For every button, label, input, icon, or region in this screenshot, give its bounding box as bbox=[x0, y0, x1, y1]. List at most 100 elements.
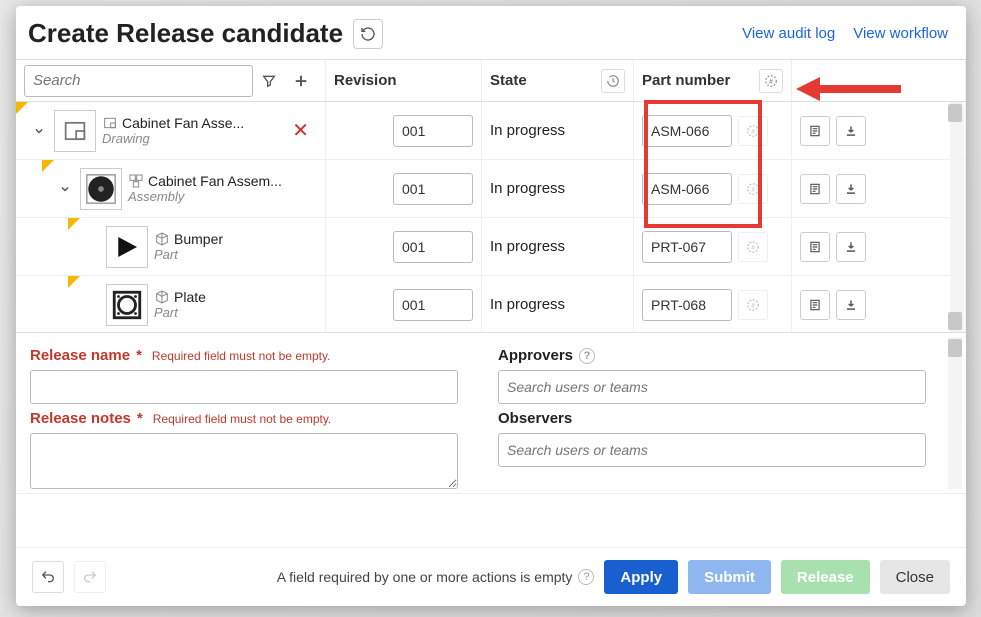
redo-button[interactable] bbox=[74, 561, 106, 593]
notes-button[interactable] bbox=[800, 290, 830, 320]
form-left: Release name * Required field must not b… bbox=[30, 347, 458, 489]
status-marker-icon bbox=[68, 218, 80, 230]
generate-number-button[interactable]: # bbox=[738, 232, 768, 262]
item-type: Part bbox=[154, 247, 317, 262]
help-icon[interactable]: ? bbox=[579, 348, 595, 364]
svg-text:#: # bbox=[751, 128, 755, 135]
add-button[interactable] bbox=[285, 65, 317, 97]
partnumber-header[interactable]: Part number # bbox=[634, 60, 792, 101]
partnumber-input[interactable] bbox=[642, 115, 732, 147]
state-header-label: State bbox=[490, 72, 527, 89]
state-cell: In progress bbox=[482, 218, 634, 275]
svg-text:#: # bbox=[751, 244, 755, 251]
release-notes-label-text: Release notes bbox=[30, 410, 131, 427]
partnumber-input[interactable] bbox=[642, 173, 732, 205]
revision-input[interactable] bbox=[393, 231, 473, 263]
observers-input[interactable] bbox=[498, 433, 926, 467]
form-scroll-thumb[interactable] bbox=[948, 339, 962, 357]
actions-header bbox=[792, 60, 966, 101]
download-button[interactable] bbox=[836, 232, 866, 262]
release-name-error: Required field must not be empty. bbox=[152, 349, 331, 363]
generate-number-button[interactable]: # bbox=[738, 290, 768, 320]
header-links: View audit log View workflow bbox=[742, 25, 948, 42]
modal-title: Create Release candidate bbox=[28, 18, 343, 49]
download-button[interactable] bbox=[836, 290, 866, 320]
modal-header: Create Release candidate View audit log … bbox=[16, 6, 966, 59]
notes-button[interactable] bbox=[800, 174, 830, 204]
partnumber-cell: # bbox=[634, 218, 792, 275]
status-marker-icon bbox=[42, 160, 54, 172]
table-row: Cabinet Fan Asse...Drawing✕In progress# bbox=[16, 102, 966, 160]
observers-label-text: Observers bbox=[498, 410, 572, 427]
status-marker-icon bbox=[68, 276, 80, 288]
item-name[interactable]: Cabinet Fan Assem... bbox=[148, 173, 282, 189]
partnumber-input[interactable] bbox=[642, 231, 732, 263]
scrollbar[interactable] bbox=[950, 102, 964, 332]
revision-input[interactable] bbox=[393, 173, 473, 205]
state-cell: In progress bbox=[482, 160, 634, 217]
release-notes-label: Release notes * Required field must not … bbox=[30, 410, 458, 427]
state-action-icon[interactable] bbox=[601, 69, 625, 93]
thumbnail bbox=[80, 168, 122, 210]
footer-message: A field required by one or more actions … bbox=[277, 569, 595, 585]
release-notes-input[interactable] bbox=[30, 433, 458, 489]
refresh-icon bbox=[360, 26, 376, 42]
revision-input[interactable] bbox=[393, 289, 473, 321]
notes-button[interactable] bbox=[800, 232, 830, 262]
revision-header[interactable]: Revision bbox=[326, 60, 482, 101]
release-name-label-text: Release name bbox=[30, 347, 130, 364]
partnumber-input[interactable] bbox=[642, 289, 732, 321]
scroll-thumb-bottom[interactable] bbox=[948, 312, 962, 330]
search-input[interactable] bbox=[24, 65, 253, 97]
remove-button[interactable]: ✕ bbox=[284, 118, 317, 143]
form-scrollbar[interactable] bbox=[948, 337, 962, 489]
footer: A field required by one or more actions … bbox=[16, 547, 966, 606]
workflow-link[interactable]: View workflow bbox=[853, 25, 948, 42]
undo-icon bbox=[40, 569, 56, 585]
item-type: Assembly bbox=[128, 189, 317, 204]
generate-number-button[interactable]: # bbox=[738, 174, 768, 204]
download-button[interactable] bbox=[836, 174, 866, 204]
notes-button[interactable] bbox=[800, 116, 830, 146]
scroll-thumb-top[interactable] bbox=[948, 104, 962, 122]
item-name[interactable]: Bumper bbox=[174, 231, 223, 247]
release-name-input[interactable] bbox=[30, 370, 458, 404]
actions-cell bbox=[792, 160, 966, 217]
table: Revision State Part number # Cabinet Fan… bbox=[16, 59, 966, 333]
revision-input[interactable] bbox=[393, 115, 473, 147]
thumbnail bbox=[106, 284, 148, 326]
table-body: Cabinet Fan Asse...Drawing✕In progress#C… bbox=[16, 102, 966, 332]
footer-help-icon[interactable]: ? bbox=[578, 569, 594, 585]
expand-caret[interactable] bbox=[30, 125, 48, 137]
state-cell: In progress bbox=[482, 276, 634, 332]
actions-cell bbox=[792, 102, 966, 159]
name-block: Cabinet Fan Assem...Assembly bbox=[128, 173, 317, 204]
actions-cell bbox=[792, 218, 966, 275]
approvers-input[interactable] bbox=[498, 370, 926, 404]
submit-button[interactable]: Submit bbox=[688, 560, 771, 594]
undo-button[interactable] bbox=[32, 561, 64, 593]
download-button[interactable] bbox=[836, 116, 866, 146]
approvers-label: Approvers ? bbox=[498, 347, 926, 364]
form-area: Release name * Required field must not b… bbox=[16, 333, 966, 494]
item-type: Drawing bbox=[102, 131, 284, 146]
partnumber-cell: # bbox=[634, 102, 792, 159]
name-block: BumperPart bbox=[154, 231, 317, 262]
item-type: Part bbox=[154, 305, 317, 320]
item-name[interactable]: Cabinet Fan Asse... bbox=[122, 115, 244, 131]
audit-log-link[interactable]: View audit log bbox=[742, 25, 835, 42]
expand-caret[interactable] bbox=[56, 183, 74, 195]
svg-text:#: # bbox=[751, 186, 755, 193]
state-header[interactable]: State bbox=[482, 60, 634, 101]
refresh-button[interactable] bbox=[353, 19, 383, 49]
release-button[interactable]: Release bbox=[781, 560, 870, 594]
partnumber-action-icon[interactable]: # bbox=[759, 69, 783, 93]
generate-number-button[interactable]: # bbox=[738, 116, 768, 146]
item-name[interactable]: Plate bbox=[174, 289, 206, 305]
name-header bbox=[16, 60, 326, 101]
filter-button[interactable] bbox=[253, 65, 285, 97]
close-button[interactable]: Close bbox=[880, 560, 950, 594]
name-cell: Cabinet Fan Assem...Assembly bbox=[16, 160, 326, 217]
apply-button[interactable]: Apply bbox=[604, 560, 678, 594]
name-cell: Cabinet Fan Asse...Drawing✕ bbox=[16, 102, 326, 159]
